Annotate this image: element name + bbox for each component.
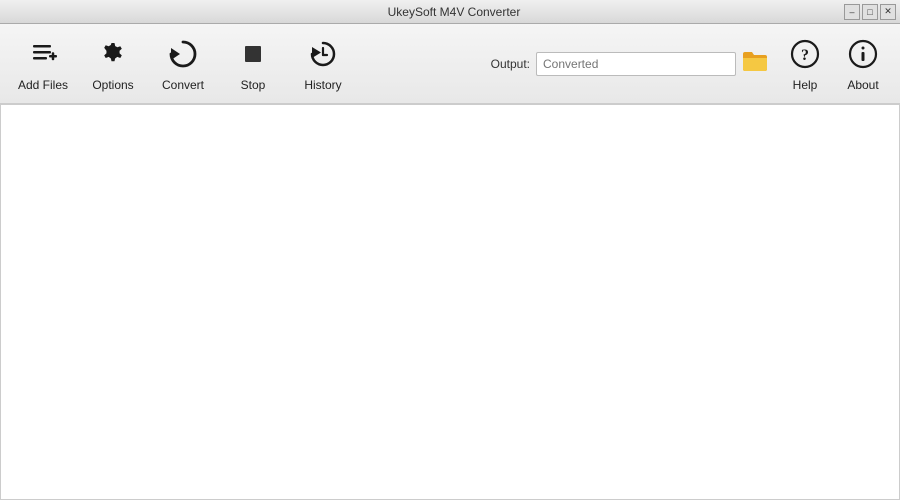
- svg-text:?: ?: [801, 47, 809, 64]
- maximize-button[interactable]: □: [862, 4, 878, 20]
- history-label: History: [304, 78, 341, 92]
- about-label: About: [847, 78, 878, 92]
- convert-icon: [167, 38, 199, 74]
- window-title: UkeySoft M4V Converter: [64, 5, 844, 19]
- history-button[interactable]: History: [288, 28, 358, 100]
- output-label: Output:: [491, 57, 530, 71]
- stop-icon: [237, 38, 269, 74]
- window-controls[interactable]: – □ ✕: [844, 4, 896, 20]
- close-button[interactable]: ✕: [880, 4, 896, 20]
- history-icon: [307, 38, 339, 74]
- help-button[interactable]: ? Help: [776, 28, 834, 100]
- minimize-button[interactable]: –: [844, 4, 860, 20]
- add-files-label: Add Files: [18, 78, 68, 92]
- output-area: Output:: [491, 51, 768, 77]
- help-icon: ?: [789, 38, 821, 74]
- folder-icon: [742, 50, 768, 78]
- main-content-area: [0, 104, 900, 500]
- convert-label: Convert: [162, 78, 204, 92]
- title-bar: UkeySoft M4V Converter – □ ✕: [0, 0, 900, 24]
- convert-button[interactable]: Convert: [148, 28, 218, 100]
- about-button[interactable]: About: [834, 28, 892, 100]
- options-button[interactable]: Options: [78, 28, 148, 100]
- stop-label: Stop: [241, 78, 266, 92]
- help-label: Help: [793, 78, 818, 92]
- add-files-icon: [27, 38, 59, 74]
- toolbar: Add Files Options Convert Stop: [0, 24, 900, 104]
- options-label: Options: [92, 78, 133, 92]
- output-input[interactable]: [536, 52, 736, 76]
- info-icon: [847, 38, 879, 74]
- gear-icon: [97, 38, 129, 74]
- stop-button[interactable]: Stop: [218, 28, 288, 100]
- add-files-button[interactable]: Add Files: [8, 28, 78, 100]
- browse-folder-button[interactable]: [742, 51, 768, 77]
